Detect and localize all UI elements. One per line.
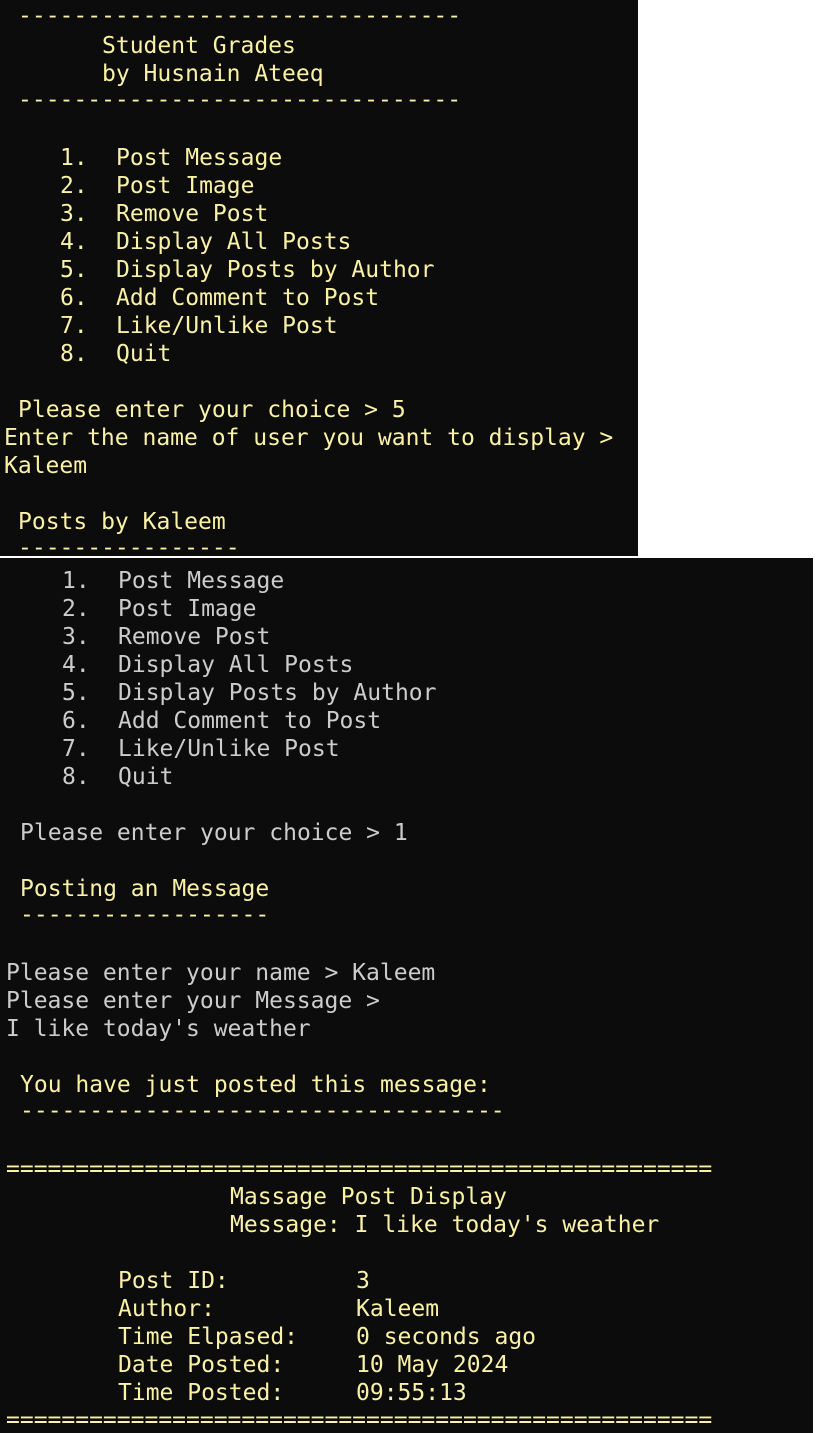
terminal-window-top: -------------------------------- Student… <box>0 0 638 556</box>
menu-number: 2. <box>62 596 90 622</box>
menu-item-add-comment: Add Comment to Post <box>116 285 380 311</box>
menu-item-quit: Quit <box>118 764 174 790</box>
name-prompt: Please enter your name > Kaleem <box>6 960 436 986</box>
menu-number: 8. <box>62 764 90 790</box>
menu-number: 2. <box>60 173 88 199</box>
menu-item-display-posts-by-author: Display Posts by Author <box>118 680 437 706</box>
user-name-prompt: Enter the name of user you want to displ… <box>4 425 614 451</box>
posting-rule: ------------------ <box>20 902 270 928</box>
app-title: Student Grades <box>102 33 296 59</box>
message-input[interactable]: I like today's weather <box>6 1015 311 1043</box>
posted-rule: ----------------------------------- <box>20 1098 505 1124</box>
menu-number: 7. <box>62 736 90 762</box>
menu-item-remove-post: Remove Post <box>118 624 271 650</box>
display-rule-top: ========================================… <box>6 1156 713 1182</box>
display-message: Message: I like today's weather <box>230 1212 660 1238</box>
terminal-window-bottom: 1. Post Message 2. Post Image 3. Remove … <box>0 558 813 1433</box>
choice-prompt: Please enter your choice > 5 <box>18 397 406 423</box>
choice-prompt: Please enter your choice > 1 <box>20 820 408 846</box>
menu-number: 3. <box>62 624 90 650</box>
menu-number: 4. <box>62 652 90 678</box>
posted-heading: You have just posted this message: <box>20 1072 491 1098</box>
display-title: Massage Post Display <box>230 1184 507 1210</box>
message-prompt: Please enter your Message > <box>6 988 380 1014</box>
menu-number: 5. <box>62 680 90 706</box>
field-value-date-posted: 10 May 2024 <box>356 1352 509 1378</box>
menu-item-add-comment: Add Comment to Post <box>118 708 382 734</box>
header-rule-bottom: -------------------------------- <box>18 87 462 113</box>
menu-item-post-message: Post Message <box>118 568 285 594</box>
menu-item-post-image: Post Image <box>118 596 257 622</box>
menu-number: 4. <box>60 229 88 255</box>
field-label-time-posted: Time Posted: <box>118 1380 285 1406</box>
menu-number: 3. <box>60 201 88 227</box>
posts-by-rule: ---------------- <box>18 535 240 556</box>
menu-number: 1. <box>60 145 88 171</box>
menu-item-post-image: Post Image <box>116 173 255 199</box>
posting-heading: Posting an Message <box>20 876 270 902</box>
field-label-date-posted: Date Posted: <box>118 1352 285 1378</box>
menu-item-quit: Quit <box>116 341 172 367</box>
menu-item-like-unlike: Like/Unlike Post <box>118 736 340 762</box>
menu-number: 6. <box>62 708 90 734</box>
menu-number: 6. <box>60 285 88 311</box>
posts-by-heading: Posts by Kaleem <box>18 509 226 535</box>
menu-item-display-posts-by-author: Display Posts by Author <box>116 257 435 283</box>
menu-item-remove-post: Remove Post <box>116 201 269 227</box>
field-label-post-id: Post ID: <box>118 1268 229 1294</box>
user-name-input[interactable]: Kaleem <box>4 452 87 480</box>
menu-number: 7. <box>60 313 88 339</box>
field-value-post-id: 3 <box>356 1268 370 1294</box>
menu-item-display-all-posts: Display All Posts <box>118 652 354 678</box>
field-value-time-elapsed: 0 seconds ago <box>356 1324 537 1350</box>
menu-item-like-unlike: Like/Unlike Post <box>116 313 338 339</box>
field-label-author: Author: <box>118 1296 215 1322</box>
menu-number: 1. <box>62 568 90 594</box>
app-author: by Husnain Ateeq <box>102 61 324 87</box>
display-rule-bottom: ========================================… <box>6 1407 713 1433</box>
header-rule-top: -------------------------------- <box>18 3 462 29</box>
field-value-author: Kaleem <box>356 1296 440 1322</box>
field-value-time-posted: 09:55:13 <box>356 1380 467 1406</box>
menu-number: 5. <box>60 257 88 283</box>
menu-number: 8. <box>60 341 88 367</box>
field-label-time-elapsed: Time Elpased: <box>118 1324 299 1350</box>
menu-item-display-all-posts: Display All Posts <box>116 229 352 255</box>
menu-item-post-message: Post Message <box>116 145 283 171</box>
